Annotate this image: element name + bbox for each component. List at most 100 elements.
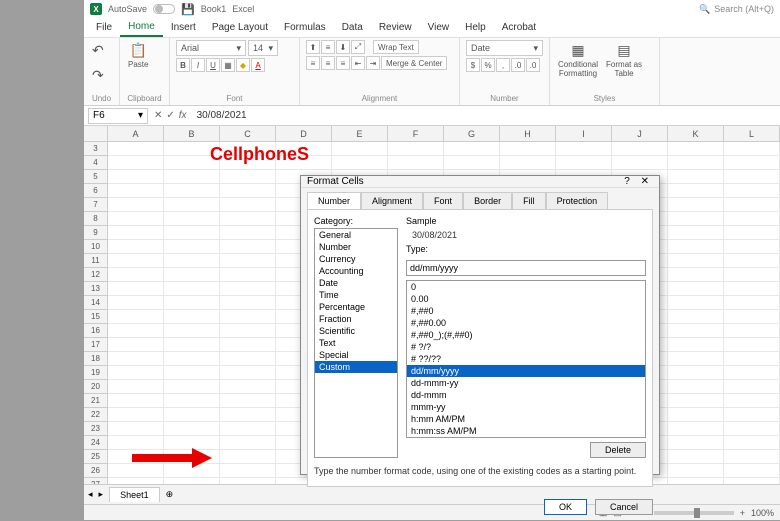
cell[interactable] xyxy=(164,408,220,422)
redo-button[interactable]: ↷ xyxy=(90,65,106,86)
orientation-button[interactable]: ⤢ xyxy=(351,40,365,54)
menu-acrobat[interactable]: Acrobat xyxy=(494,19,544,36)
italic-button[interactable]: I xyxy=(191,58,205,72)
column-header[interactable]: F xyxy=(388,126,444,141)
sheet-tab[interactable]: Sheet1 xyxy=(109,487,160,502)
cell[interactable] xyxy=(220,268,276,282)
row-header[interactable]: 14 xyxy=(84,296,108,310)
tab-fill[interactable]: Fill xyxy=(512,192,546,209)
cell[interactable] xyxy=(220,436,276,450)
type-item[interactable]: #,##0 xyxy=(407,305,645,317)
cell[interactable] xyxy=(724,170,780,184)
cell[interactable] xyxy=(276,156,332,170)
paste-button[interactable]: 📋Paste xyxy=(126,40,150,71)
cell[interactable] xyxy=(220,240,276,254)
cell[interactable] xyxy=(556,142,612,156)
select-all-corner[interactable] xyxy=(84,126,108,141)
row-header[interactable]: 23 xyxy=(84,422,108,436)
add-sheet-icon[interactable]: ⊕ xyxy=(166,489,174,500)
cell[interactable] xyxy=(668,212,724,226)
cell[interactable] xyxy=(108,282,164,296)
row-header[interactable]: 5 xyxy=(84,170,108,184)
decrease-decimal-button[interactable]: .0 xyxy=(526,58,540,72)
column-header[interactable]: B xyxy=(164,126,220,141)
cell[interactable] xyxy=(220,184,276,198)
menu-insert[interactable]: Insert xyxy=(163,19,204,36)
cell[interactable] xyxy=(668,380,724,394)
cell[interactable] xyxy=(108,366,164,380)
cell[interactable] xyxy=(668,156,724,170)
type-item[interactable]: #,##0_);(#,##0) xyxy=(407,329,645,341)
zoom-in-icon[interactable]: + xyxy=(740,508,745,518)
cell[interactable] xyxy=(332,142,388,156)
type-item[interactable]: dd/mm/yyyy xyxy=(407,365,645,377)
cell[interactable] xyxy=(108,156,164,170)
cell[interactable] xyxy=(164,254,220,268)
align-bottom-button[interactable]: ⬇ xyxy=(336,40,350,54)
cell[interactable] xyxy=(724,464,780,478)
type-item[interactable]: # ??/?? xyxy=(407,353,645,365)
row-header[interactable]: 3 xyxy=(84,142,108,156)
type-item[interactable]: mmm-yy xyxy=(407,401,645,413)
percent-button[interactable]: % xyxy=(481,58,495,72)
cell[interactable] xyxy=(612,142,668,156)
cell[interactable] xyxy=(668,296,724,310)
cell[interactable] xyxy=(668,184,724,198)
cell[interactable] xyxy=(556,156,612,170)
cell[interactable] xyxy=(108,436,164,450)
menu-review[interactable]: Review xyxy=(371,19,420,36)
tab-border[interactable]: Border xyxy=(463,192,512,209)
cell[interactable] xyxy=(108,422,164,436)
cell[interactable] xyxy=(108,380,164,394)
menu-view[interactable]: View xyxy=(420,19,458,36)
cell[interactable] xyxy=(668,142,724,156)
fx-icon[interactable]: fx xyxy=(179,110,187,121)
tab-font[interactable]: Font xyxy=(423,192,463,209)
row-header[interactable]: 11 xyxy=(84,254,108,268)
cell[interactable] xyxy=(220,254,276,268)
cell[interactable] xyxy=(724,394,780,408)
align-right-button[interactable]: ≡ xyxy=(336,56,350,70)
cell[interactable] xyxy=(164,478,220,484)
cell[interactable] xyxy=(220,170,276,184)
cell[interactable] xyxy=(164,450,220,464)
column-header[interactable]: D xyxy=(276,126,332,141)
column-header[interactable]: L xyxy=(724,126,780,141)
category-item[interactable]: Accounting xyxy=(315,265,397,277)
cell[interactable] xyxy=(724,352,780,366)
cell[interactable] xyxy=(724,408,780,422)
cell[interactable] xyxy=(220,366,276,380)
cell[interactable] xyxy=(164,366,220,380)
cell[interactable] xyxy=(108,268,164,282)
menu-file[interactable]: File xyxy=(88,19,120,36)
cell[interactable] xyxy=(220,156,276,170)
cell[interactable] xyxy=(724,366,780,380)
cell[interactable] xyxy=(220,422,276,436)
cell[interactable] xyxy=(668,338,724,352)
formula-input[interactable]: 30/08/2021 xyxy=(193,110,780,121)
cell[interactable] xyxy=(276,142,332,156)
cell[interactable] xyxy=(164,282,220,296)
cancel-formula-icon[interactable]: ✕ xyxy=(154,110,162,121)
row-header[interactable]: 25 xyxy=(84,450,108,464)
cell[interactable] xyxy=(668,408,724,422)
align-left-button[interactable]: ≡ xyxy=(306,56,320,70)
cell[interactable] xyxy=(220,450,276,464)
row-header[interactable]: 10 xyxy=(84,240,108,254)
cell[interactable] xyxy=(164,394,220,408)
cell[interactable] xyxy=(108,254,164,268)
row-header[interactable]: 15 xyxy=(84,310,108,324)
cell[interactable] xyxy=(444,156,500,170)
cell[interactable] xyxy=(668,254,724,268)
cell[interactable] xyxy=(724,156,780,170)
cell[interactable] xyxy=(164,240,220,254)
border-button[interactable]: ▦ xyxy=(221,58,235,72)
cell[interactable] xyxy=(668,394,724,408)
category-item[interactable]: Custom xyxy=(315,361,397,373)
cell[interactable] xyxy=(164,310,220,324)
cell[interactable] xyxy=(388,156,444,170)
dialog-close-button[interactable]: ✕ xyxy=(637,176,653,187)
sheet-nav-prev-icon[interactable]: ◂ xyxy=(88,489,93,500)
column-header[interactable]: A xyxy=(108,126,164,141)
type-list[interactable]: 00.00#,##0#,##0.00#,##0_);(#,##0)# ?/?# … xyxy=(406,280,646,438)
